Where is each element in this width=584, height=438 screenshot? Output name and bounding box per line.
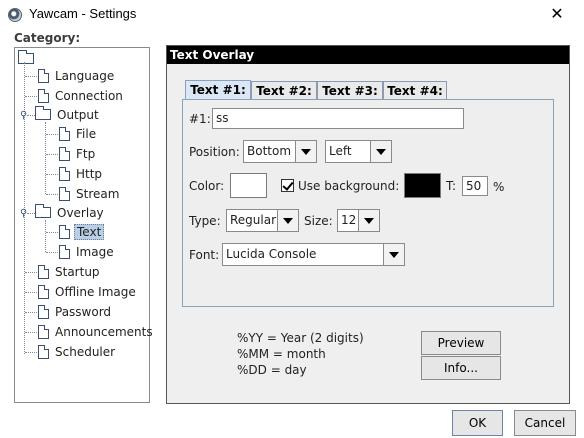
file-icon [59, 187, 70, 201]
font-type-select[interactable]: Regular [226, 209, 299, 232]
cancel-button[interactable]: Cancel [514, 410, 576, 436]
tree-item-image[interactable]: Image [59, 243, 116, 261]
type-label: Type: [189, 214, 221, 228]
file-icon [59, 147, 70, 161]
file-icon [59, 127, 70, 141]
transparency-input[interactable]: 50 [462, 176, 488, 196]
text-color-swatch[interactable] [230, 173, 267, 198]
use-background-label: Use background: [298, 179, 400, 193]
tree-item-connection[interactable]: Connection [38, 87, 125, 105]
chevron-down-icon [295, 141, 316, 162]
tree-item-output[interactable]: Output [35, 106, 101, 124]
tree-item-startup[interactable]: Startup [38, 263, 102, 281]
tree-item-file[interactable]: File [59, 125, 98, 143]
category-tree[interactable]: ⚲ ⚲ Language Connection Output File Ftp … [14, 47, 153, 403]
chevron-down-icon [277, 210, 298, 231]
file-icon [38, 69, 49, 83]
tab-text-1[interactable]: Text #1: [185, 80, 251, 101]
font-label: Font: [189, 248, 220, 262]
font-size-select[interactable]: 12 [337, 209, 380, 232]
tree-item-ftp[interactable]: Ftp [59, 145, 97, 163]
file-icon [38, 285, 49, 299]
help-line-year: %YY = Year (2 digits) [237, 331, 364, 345]
preview-button[interactable]: Preview [421, 331, 501, 355]
size-label: Size: [304, 214, 333, 228]
folder-icon [18, 50, 34, 64]
title-bar: Yawcam - Settings ✕ [0, 0, 584, 30]
position-label: Position: [189, 145, 240, 159]
tree-item-announcements[interactable]: Announcements [38, 323, 155, 341]
tree-item-password[interactable]: Password [38, 303, 113, 321]
tree-item-offline-image[interactable]: Offline Image [38, 283, 138, 301]
tree-item-language[interactable]: Language [38, 67, 116, 85]
file-icon [38, 325, 49, 339]
file-icon [59, 167, 70, 181]
tree-item-stream[interactable]: Stream [59, 185, 121, 203]
tree-item-overlay[interactable]: Overlay [35, 204, 106, 222]
use-background-checkbox[interactable] [281, 179, 294, 192]
tree-item-text[interactable]: Text [59, 223, 105, 241]
tab-text-3[interactable]: Text #3: [317, 81, 383, 100]
chevron-down-icon [370, 141, 391, 162]
transparency-unit: % [493, 180, 505, 194]
help-line-month: %MM = month [237, 347, 326, 361]
file-icon [59, 245, 70, 259]
tree-item-scheduler[interactable]: Scheduler [38, 343, 117, 361]
transparency-label: T: [446, 179, 457, 193]
ok-button[interactable]: OK [452, 410, 503, 436]
text-field-label: #1: [189, 112, 211, 126]
font-select[interactable]: Lucida Console [222, 243, 405, 266]
position-horizontal-select[interactable]: Left [325, 140, 392, 163]
info-button[interactable]: Info... [421, 356, 501, 380]
file-icon [38, 345, 49, 359]
file-icon [59, 225, 70, 239]
webcam-app-icon [8, 8, 22, 22]
tab-text-4[interactable]: Text #4: [383, 81, 447, 100]
collapse-toggle-icon[interactable]: ⚲ [20, 111, 27, 121]
tab-content [182, 99, 554, 307]
chevron-down-icon [383, 244, 404, 265]
close-icon[interactable]: ✕ [546, 3, 568, 25]
tab-text-2[interactable]: Text #2: [251, 81, 317, 100]
folder-icon [35, 106, 51, 120]
window-title: Yawcam - Settings [29, 6, 137, 21]
background-color-swatch[interactable] [404, 173, 441, 198]
file-icon [38, 305, 49, 319]
chevron-down-icon [358, 210, 379, 231]
folder-icon [35, 204, 51, 218]
tree-root[interactable] [18, 50, 38, 68]
panel-title: Text Overlay [167, 46, 569, 64]
tree-item-http[interactable]: Http [59, 165, 104, 183]
help-line-day: %DD = day [237, 363, 307, 377]
file-icon [38, 89, 49, 103]
file-icon [38, 265, 49, 279]
category-label: Category: [14, 31, 81, 45]
color-label: Color: [189, 179, 225, 193]
collapse-toggle-icon[interactable]: ⚲ [20, 209, 27, 219]
position-vertical-select[interactable]: Bottom [243, 140, 317, 163]
overlay-text-input[interactable]: ss [212, 108, 464, 129]
